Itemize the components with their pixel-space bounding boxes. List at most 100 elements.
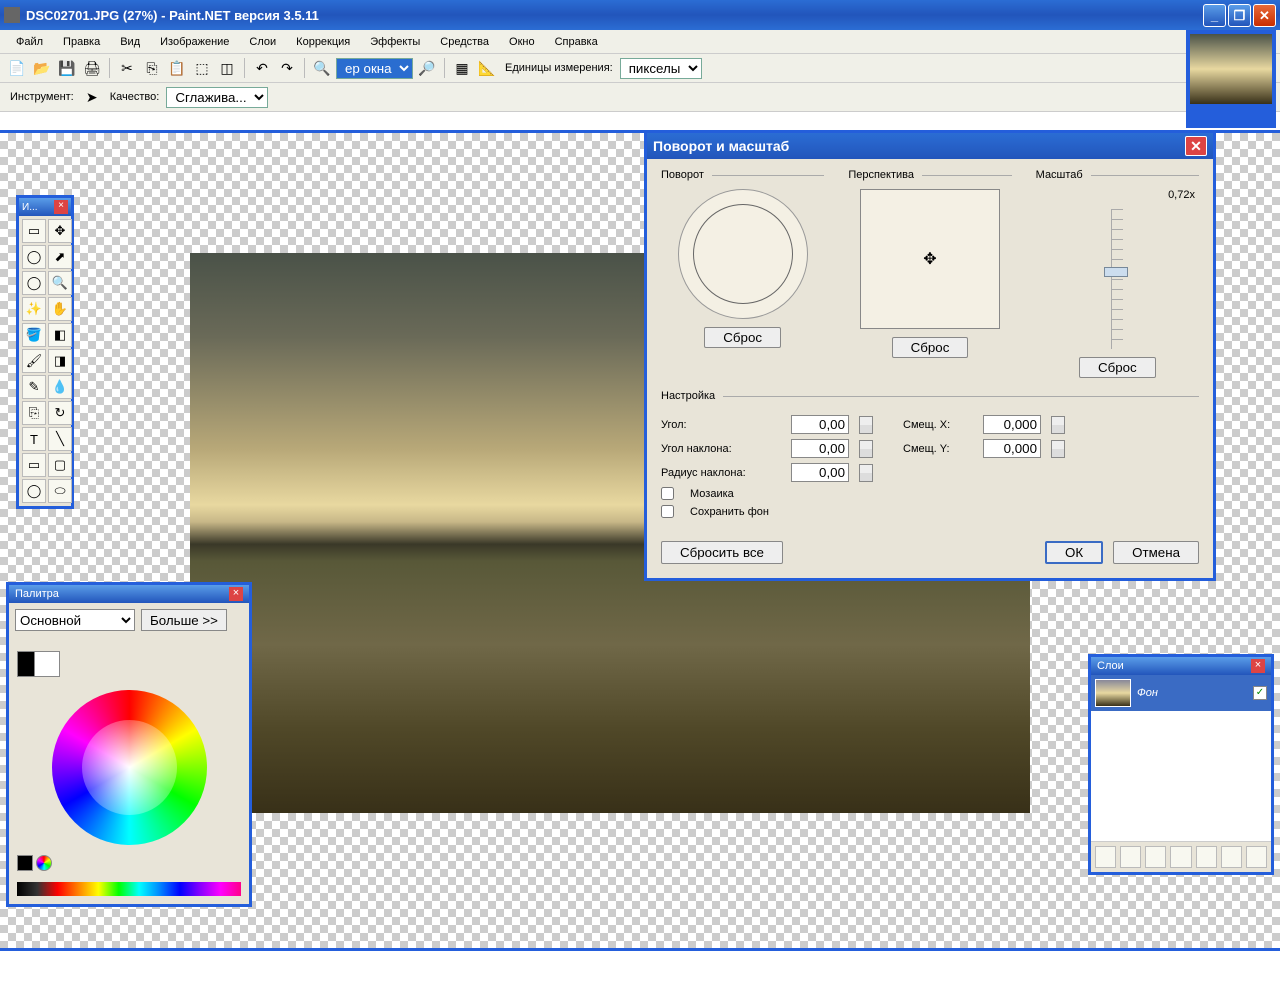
tool-fill[interactable]: 🪣 — [22, 323, 46, 347]
tilt-input[interactable] — [791, 439, 849, 458]
copy-icon[interactable]: ⎘ — [141, 57, 163, 79]
color-swatches[interactable] — [9, 637, 249, 684]
document-thumbnail[interactable] — [1186, 30, 1276, 128]
scale-slider[interactable] — [1111, 209, 1123, 349]
layers-panel-title[interactable]: Слои × — [1091, 657, 1271, 675]
delete-layer-icon[interactable] — [1120, 846, 1141, 868]
menu-tools[interactable]: Средства — [430, 33, 499, 51]
tool-line[interactable]: ╲ — [48, 427, 72, 451]
quality-select[interactable]: Сглажива... — [166, 87, 268, 108]
ok-button[interactable]: ОК — [1045, 541, 1103, 564]
zoom-select[interactable]: ер окна — [336, 58, 413, 79]
angle-input[interactable] — [791, 415, 849, 434]
zoom-in-icon[interactable]: 🔎 — [416, 57, 438, 79]
perspective-control[interactable] — [860, 189, 1000, 329]
menu-file[interactable]: Файл — [6, 33, 53, 51]
menu-image[interactable]: Изображение — [150, 33, 239, 51]
reset-rotation-button[interactable]: Сброс — [704, 327, 781, 348]
new-file-icon[interactable]: 📄 — [6, 57, 28, 79]
save-icon[interactable]: 💾 — [56, 57, 78, 79]
tool-picker[interactable]: 💧 — [48, 375, 72, 399]
merge-layer-icon[interactable] — [1170, 846, 1191, 868]
tool-recolor[interactable]: ↻ — [48, 401, 72, 425]
menu-adjust[interactable]: Коррекция — [286, 33, 360, 51]
menu-effects[interactable]: Эффекты — [360, 33, 430, 51]
dialog-titlebar[interactable]: Поворот и масштаб ✕ — [647, 133, 1213, 159]
tool-move-selection[interactable]: ⬈ — [48, 245, 72, 269]
ruler-icon[interactable]: 📐 — [476, 57, 498, 79]
cancel-button[interactable]: Отмена — [1113, 541, 1199, 564]
more-button[interactable]: Больше >> — [141, 609, 227, 631]
radius-input[interactable] — [791, 463, 849, 482]
layer-item[interactable]: Фон ✓ — [1091, 675, 1271, 711]
angle-spinner[interactable] — [859, 416, 873, 434]
units-select[interactable]: пикселы — [620, 58, 702, 79]
swatch-bar[interactable] — [17, 882, 241, 896]
tools-panel-title[interactable]: И... × — [19, 198, 71, 216]
move-down-icon[interactable] — [1221, 846, 1242, 868]
tool-freeform[interactable]: ⬭ — [48, 479, 72, 503]
undo-icon[interactable]: ↶ — [251, 57, 273, 79]
menu-help[interactable]: Справка — [545, 33, 608, 51]
tool-ellipse-select[interactable]: ◯ — [22, 271, 46, 295]
offy-spinner[interactable] — [1051, 440, 1065, 458]
paste-icon[interactable]: 📋 — [166, 57, 188, 79]
tool-gradient[interactable]: ◧ — [48, 323, 72, 347]
grid-icon[interactable]: ▦ — [451, 57, 473, 79]
radius-spinner[interactable] — [859, 464, 873, 482]
menu-view[interactable]: Вид — [110, 33, 150, 51]
tools-close-icon[interactable]: × — [54, 200, 68, 214]
offx-input[interactable] — [983, 415, 1041, 434]
cut-icon[interactable]: ✂ — [116, 57, 138, 79]
tool-brush[interactable]: 🖌 — [22, 349, 46, 373]
color-mode-select[interactable]: Основной — [15, 609, 135, 631]
colors-close-icon[interactable]: × — [229, 587, 243, 601]
reset-perspective-button[interactable]: Сброс — [892, 337, 969, 358]
dialog-close-icon[interactable]: ✕ — [1185, 136, 1207, 156]
menu-edit[interactable]: Правка — [53, 33, 110, 51]
color-wheel[interactable] — [52, 690, 207, 845]
crop-icon[interactable]: ⬚ — [191, 57, 213, 79]
menu-layers[interactable]: Слои — [239, 33, 286, 51]
tool-magic-wand[interactable]: ✨ — [22, 297, 46, 321]
colors-panel-title[interactable]: Палитра × — [9, 585, 249, 603]
offx-spinner[interactable] — [1051, 416, 1065, 434]
maximize-button[interactable]: ❐ — [1228, 4, 1251, 27]
tool-rect[interactable]: ▭ — [22, 453, 46, 477]
reset-all-button[interactable]: Сбросить все — [661, 541, 783, 564]
minimize-button[interactable]: _ — [1203, 4, 1226, 27]
tool-move[interactable]: ✥ — [48, 219, 72, 243]
tool-ellipse[interactable]: ◯ — [22, 479, 46, 503]
mosaic-checkbox[interactable] — [661, 487, 674, 500]
move-up-icon[interactable] — [1196, 846, 1217, 868]
offy-input[interactable] — [983, 439, 1041, 458]
layer-name: Фон — [1137, 687, 1158, 699]
tool-cursor-icon[interactable]: ➤ — [81, 86, 103, 108]
duplicate-layer-icon[interactable] — [1145, 846, 1166, 868]
tool-text[interactable]: T — [22, 427, 46, 451]
color-chips[interactable] — [9, 851, 249, 878]
rotation-wheel[interactable] — [678, 189, 808, 319]
layers-close-icon[interactable]: × — [1251, 659, 1265, 673]
tool-zoom[interactable]: 🔍 — [48, 271, 72, 295]
close-button[interactable]: ✕ — [1253, 4, 1276, 27]
open-file-icon[interactable]: 📂 — [31, 57, 53, 79]
reset-scale-button[interactable]: Сброс — [1079, 357, 1156, 378]
menu-window[interactable]: Окно — [499, 33, 545, 51]
tool-lasso[interactable]: ◯ — [22, 245, 46, 269]
keepbg-checkbox[interactable] — [661, 505, 674, 518]
tool-pan[interactable]: ✋ — [48, 297, 72, 321]
layer-props-icon[interactable] — [1246, 846, 1267, 868]
zoom-out-icon[interactable]: 🔍 — [311, 57, 333, 79]
tilt-spinner[interactable] — [859, 440, 873, 458]
deselect-icon[interactable]: ◫ — [216, 57, 238, 79]
redo-icon[interactable]: ↷ — [276, 57, 298, 79]
tool-pencil[interactable]: ✎ — [22, 375, 46, 399]
add-layer-icon[interactable] — [1095, 846, 1116, 868]
print-icon[interactable]: 🖨 — [81, 57, 103, 79]
tool-clone[interactable]: ⎘ — [22, 401, 46, 425]
tool-eraser[interactable]: ◨ — [48, 349, 72, 373]
layer-visible-checkbox[interactable]: ✓ — [1253, 686, 1267, 700]
tool-rounded-rect[interactable]: ▢ — [48, 453, 72, 477]
tool-rect-select[interactable]: ▭ — [22, 219, 46, 243]
